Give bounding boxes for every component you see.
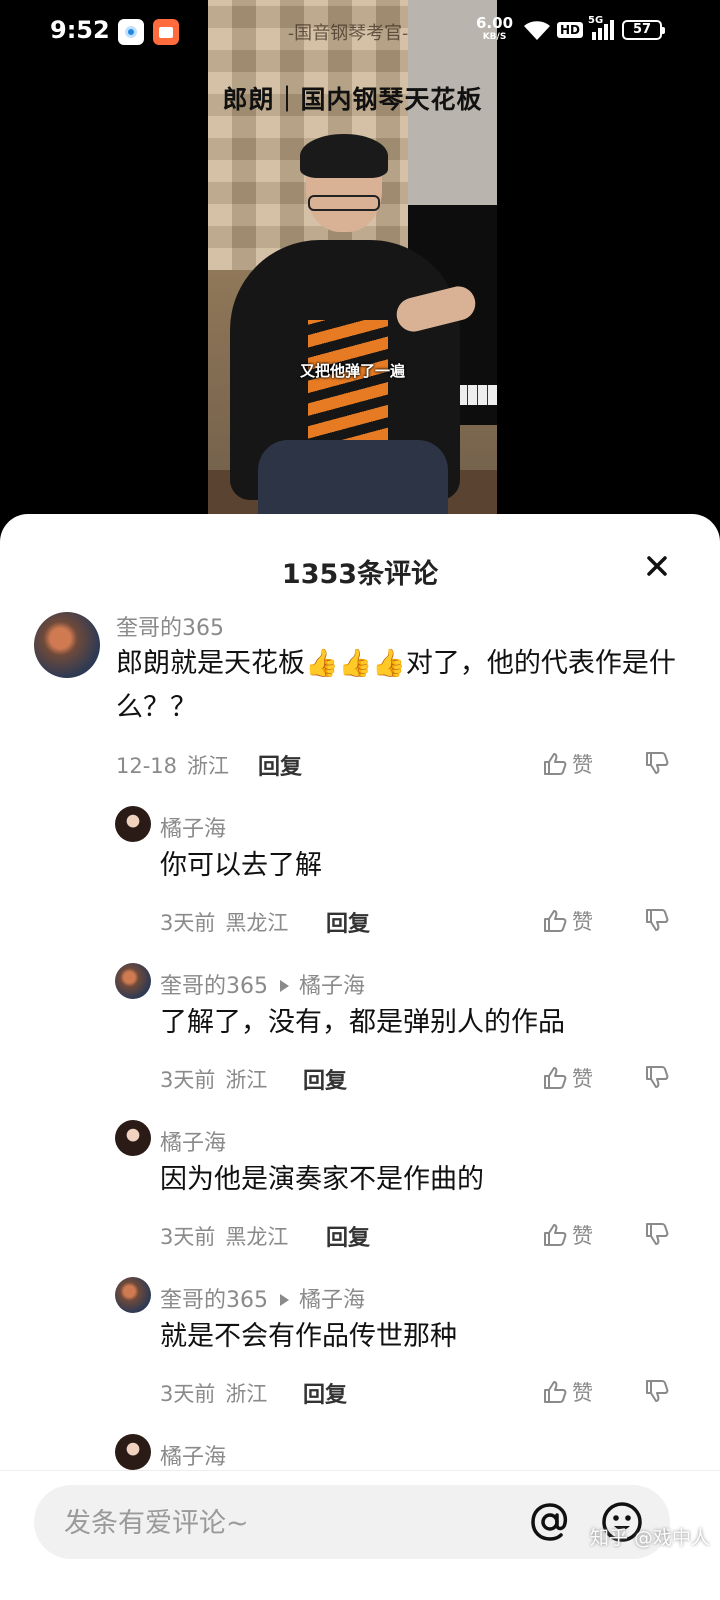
comment-time: 3天前 (160, 911, 216, 935)
thumbs-down-icon[interactable] (644, 750, 672, 776)
comment-author[interactable]: 奎哥的365 (116, 610, 224, 642)
comment-text: 因为他是演奏家不是作曲的 (160, 1164, 484, 1195)
like-button[interactable]: 赞 (542, 906, 593, 936)
status-bar: 9:52 6.00 KB/S HD 5G 57 (0, 0, 720, 64)
comment-location: 浙江 (187, 754, 230, 778)
wifi-icon (524, 21, 550, 40)
comment-author[interactable]: 橘子海 (160, 1125, 226, 1157)
comment-text: 你可以去了解 (160, 850, 322, 881)
video-player[interactable]: -国音钢琴考官- 郎朗｜国内钢琴天花板 又把他弹了一遍 (208, 0, 497, 560)
comment-time: 3天前 (160, 1382, 216, 1406)
reply-item: 橘子海 你可以去了解 3天前 黑龙江 回复 赞 (0, 806, 720, 946)
network-speed-unit: KB/S (482, 32, 507, 42)
thumbs-down-icon[interactable] (644, 1064, 672, 1090)
thumbs-up-icon (544, 753, 567, 775)
reply-button[interactable]: 回复 (303, 1377, 347, 1409)
reply-item: 奎哥的365 橘子海 就是不会有作品传世那种 3天前 浙江 回复 赞 (0, 1277, 720, 1417)
reply-item: 橘子海 因为他是演奏家不是作曲的 3天前 黑龙江 回复 赞 (0, 1120, 720, 1260)
comment-text: 了解了，没有，都是弹别人的作品 (160, 1007, 565, 1038)
like-label: 赞 (572, 1224, 593, 1248)
comment-meta: 3天前 黑龙江 (160, 1221, 288, 1251)
comment-meta: 3天前 浙江 (160, 1378, 267, 1408)
like-button[interactable]: 赞 (542, 1220, 593, 1250)
thumbs-up-icon (544, 910, 567, 932)
comment-author-line: 奎哥的365 橘子海 (160, 968, 365, 1000)
reply-item: 奎哥的365 橘子海 了解了，没有，都是弹别人的作品 3天前 浙江 回复 赞 (0, 963, 720, 1103)
like-button[interactable]: 赞 (542, 1063, 593, 1093)
thumbs-up-icon (544, 1067, 567, 1089)
mention-icon[interactable] (529, 1501, 571, 1543)
comment-meta: 3天前 浙江 (160, 1064, 267, 1094)
reply-target[interactable]: 橘子海 (299, 974, 365, 999)
avatar[interactable] (34, 612, 100, 678)
comment-location: 浙江 (225, 1382, 268, 1406)
like-label: 赞 (572, 910, 593, 934)
avatar[interactable] (115, 1434, 151, 1470)
reply-button[interactable]: 回复 (303, 1063, 347, 1095)
thumbs-down-icon[interactable] (644, 1221, 672, 1247)
reply-button[interactable]: 回复 (326, 906, 370, 938)
comment-author[interactable]: 橘子海 (160, 1439, 226, 1471)
like-label: 赞 (572, 753, 593, 777)
thumbs-down-icon[interactable] (644, 1378, 672, 1404)
comment-author[interactable]: 奎哥的365 (160, 974, 268, 999)
battery-icon: 57 (622, 20, 665, 40)
reply-target[interactable]: 橘子海 (299, 1288, 365, 1313)
comment-author-line: 奎哥的365 橘子海 (160, 1282, 365, 1314)
video-title: 郎朗｜国内钢琴天花板 (222, 85, 483, 114)
comment-location: 黑龙江 (225, 1225, 289, 1249)
comments-header: 1353条评论 (0, 514, 720, 614)
clock: 9:52 (50, 16, 110, 44)
comment-input-container[interactable]: 知乎 @戏中人 (34, 1485, 710, 1559)
comment-meta: 12-18 浙江 (116, 750, 229, 780)
avatar[interactable] (115, 806, 151, 842)
close-button[interactable] (643, 552, 671, 580)
comment-time: 12-18 (116, 754, 178, 778)
comments-count-title: 1353条评论 (281, 559, 439, 590)
reply-arrow-icon (280, 1294, 289, 1306)
signal-icon (592, 20, 614, 40)
comment-author[interactable]: 奎哥的365 (160, 1288, 268, 1313)
comment-location: 黑龙江 (225, 911, 289, 935)
app-notification-icon (118, 19, 144, 45)
reply-button[interactable]: 回复 (258, 749, 302, 781)
avatar[interactable] (115, 1277, 151, 1313)
comments-sheet: 1353条评论 奎哥的365 郎朗就是天花板👍👍👍对了，他的代表作是什么？？ 1… (0, 514, 720, 1600)
comment-time: 3天前 (160, 1068, 216, 1092)
comment-location: 浙江 (225, 1068, 268, 1092)
close-icon (647, 556, 667, 576)
hd-badge: HD (557, 22, 584, 38)
glasses (308, 195, 380, 211)
comment-author[interactable]: 橘子海 (160, 811, 226, 843)
comment-input[interactable] (62, 1503, 496, 1543)
reply-arrow-icon (280, 980, 289, 992)
battery-level: 57 (632, 22, 652, 37)
comment-input-bar: 知乎 @戏中人 (0, 1470, 720, 1600)
reader-app-notification-icon (153, 19, 179, 45)
thumbs-up-icon (544, 1224, 567, 1246)
avatar[interactable] (115, 963, 151, 999)
thumbs-up-icon (544, 1381, 567, 1403)
comment-text: 郎朗就是天花板👍👍👍对了，他的代表作是什么？？ (116, 648, 676, 723)
like-button[interactable]: 赞 (542, 749, 593, 779)
video-caption: 又把他弹了一遍 (299, 362, 405, 380)
presenter-hair (300, 134, 388, 178)
like-label: 赞 (572, 1381, 593, 1405)
comment-item: 奎哥的365 郎朗就是天花板👍👍👍对了，他的代表作是什么？？ 12-18 浙江 回… (0, 610, 720, 780)
thumbs-down-icon[interactable] (644, 907, 672, 933)
reply-button[interactable]: 回复 (326, 1220, 370, 1252)
comment-meta: 3天前 黑龙江 (160, 907, 288, 937)
comment-time: 3天前 (160, 1225, 216, 1249)
comment-text: 就是不会有作品传世那种 (160, 1321, 457, 1352)
avatar[interactable] (115, 1120, 151, 1156)
like-button[interactable]: 赞 (542, 1377, 593, 1407)
like-label: 赞 (572, 1067, 593, 1091)
reply-item: 橘子海 (0, 1434, 720, 1474)
network-speed: 6.00 KB/S (476, 16, 513, 44)
watermark: 知乎 @戏中人 (590, 1527, 711, 1549)
